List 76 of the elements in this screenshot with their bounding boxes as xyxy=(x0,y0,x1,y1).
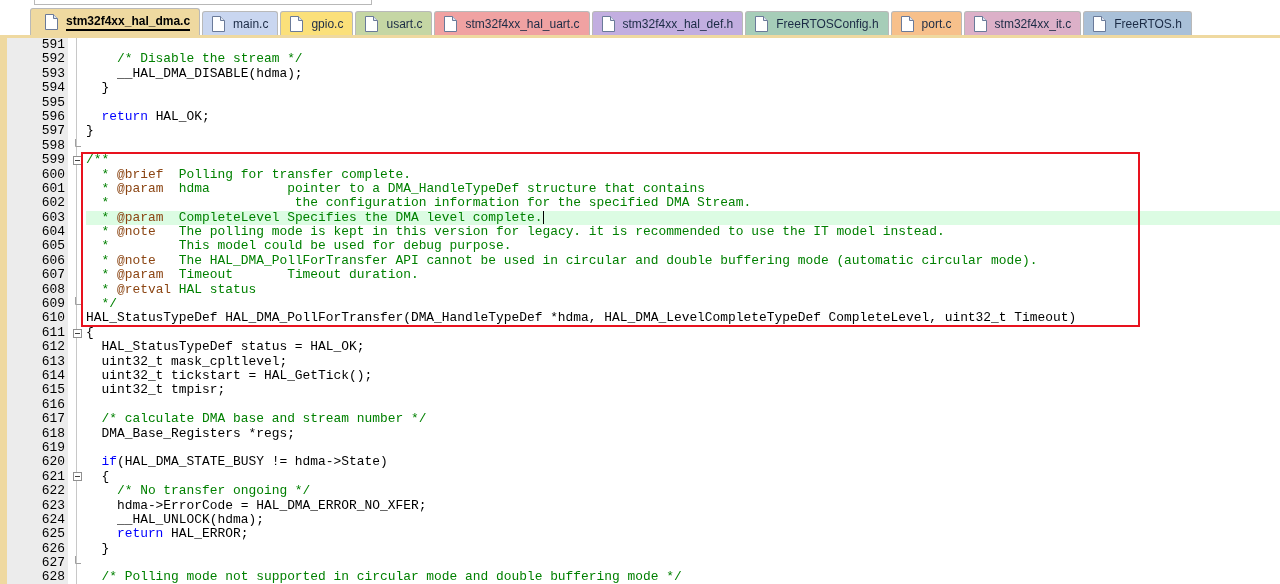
line-number: 599 xyxy=(7,153,68,168)
line-number: 617 xyxy=(7,412,68,427)
code-line: */ xyxy=(100,297,117,312)
file-tab[interactable]: stm32f4xx_hal_uart.c xyxy=(434,11,590,35)
line-number: 592 xyxy=(7,52,68,67)
file-tab[interactable]: FreeRTOS.h xyxy=(1083,11,1192,35)
code-line: /** xyxy=(86,153,110,168)
code-line: * @note The HAL_DMA_PollForTransfer API cannot be used in circular and double buffering mode (automatic circular mode). xyxy=(100,253,1038,269)
line-number: 609 xyxy=(7,297,68,312)
code-line: * @param Timeout Timeout duration. xyxy=(100,268,419,283)
line-number: 620 xyxy=(7,455,68,470)
code-line: __HAL_UNLOCK(hdma); xyxy=(115,512,264,528)
line-number: 604 xyxy=(7,225,68,240)
line-number: 607 xyxy=(7,268,68,283)
file-tab[interactable]: stm32f4xx_hal_def.h xyxy=(591,11,744,35)
document-icon xyxy=(755,15,769,32)
line-number: 602 xyxy=(7,196,68,211)
collapse-icon[interactable] xyxy=(72,472,82,482)
code-line: HAL_StatusTypeDef status = HAL_OK; xyxy=(100,340,365,355)
line-number: 628 xyxy=(7,570,68,584)
code-line: { xyxy=(86,325,94,341)
code-line: * @param CompleteLevel Specifies the DMA level complete. xyxy=(100,210,543,226)
code-line: * This model could be used for debug purpose. xyxy=(100,239,512,254)
file-tab[interactable]: stm32f4xx_it.c xyxy=(963,11,1082,35)
document-icon xyxy=(601,15,615,32)
code-line: { xyxy=(100,469,110,485)
document-icon xyxy=(365,15,379,32)
code-line: /* calculate DMA base and stream number */ xyxy=(100,412,427,427)
code-line: * @note The polling mode is kept in this version for legacy. it is recommended to use the IT model instead. xyxy=(100,225,945,240)
line-number: 615 xyxy=(7,383,68,398)
document-icon xyxy=(212,15,226,32)
code-line: __HAL_DMA_DISABLE(hdma); xyxy=(115,66,303,82)
document-icon xyxy=(973,15,987,32)
line-number: 627 xyxy=(7,556,68,571)
code-line: } xyxy=(86,124,94,139)
line-number: 605 xyxy=(7,239,68,254)
document-icon xyxy=(1093,15,1107,32)
code-line: uint32_t mask_cpltlevel; xyxy=(100,354,288,369)
line-number: 610 xyxy=(7,311,68,326)
line-number: 591 xyxy=(7,38,68,53)
file-tab[interactable]: FreeRTOSConfig.h xyxy=(745,11,889,35)
line-number: 597 xyxy=(7,124,68,139)
code-line: } xyxy=(100,541,110,557)
document-icon xyxy=(290,15,304,32)
file-tab[interactable]: stm32f4xx_hal_dma.c xyxy=(30,8,201,35)
line-number: 625 xyxy=(7,527,68,542)
file-tab[interactable]: port.c xyxy=(890,11,962,35)
code-line: uint32_t tmpisr; xyxy=(100,383,226,398)
document-icon xyxy=(444,15,458,32)
toolbar-field[interactable] xyxy=(34,0,372,5)
line-number: 622 xyxy=(7,484,68,499)
text-cursor xyxy=(543,211,545,225)
code-line: /* Disable the stream */ xyxy=(115,52,303,67)
code-line: hdma->ErrorCode = HAL_DMA_ERROR_NO_XFER; xyxy=(115,498,427,513)
code-line: * @retval HAL status xyxy=(100,282,257,298)
code-line: * @param hdma pointer to a DMA_HandleTypeDef structure that contains xyxy=(100,181,705,197)
file-tab[interactable]: main.c xyxy=(202,11,279,35)
file-tab[interactable]: gpio.c xyxy=(280,11,354,35)
document-icon xyxy=(45,14,58,30)
code-line: * @brief Polling for transfer complete. xyxy=(100,167,411,182)
code-line: return HAL_ERROR; xyxy=(115,527,249,542)
code-line: * the configuration information for the specified DMA Stream. xyxy=(100,196,752,211)
code-line: } xyxy=(100,81,110,96)
file-tab[interactable]: usart.c xyxy=(355,11,433,35)
code-line: /* Polling mode not supported in circular mode and double buffering mode */ xyxy=(100,570,682,584)
code-line: HAL_StatusTypeDef HAL_DMA_PollForTransfer(DMA_HandleTypeDef *hdma, HAL_DMA_LevelCompleteTypeDef CompleteLevel, uint32_t Timeout) xyxy=(86,311,1077,326)
code-line: /* No transfer ongoing */ xyxy=(115,484,311,499)
line-number: 612 xyxy=(7,340,68,355)
code-line: if(HAL_DMA_STATE_BUSY != hdma->State) xyxy=(100,455,388,470)
document-icon xyxy=(900,15,914,32)
code-line: DMA_Base_Registers *regs; xyxy=(100,426,295,441)
code-line: uint32_t tickstart = HAL_GetTick(); xyxy=(100,369,373,384)
collapse-icon[interactable] xyxy=(72,328,82,338)
line-number: 594 xyxy=(7,81,68,96)
collapse-icon[interactable] xyxy=(72,155,82,165)
code-line: return HAL_OK; xyxy=(100,109,210,125)
